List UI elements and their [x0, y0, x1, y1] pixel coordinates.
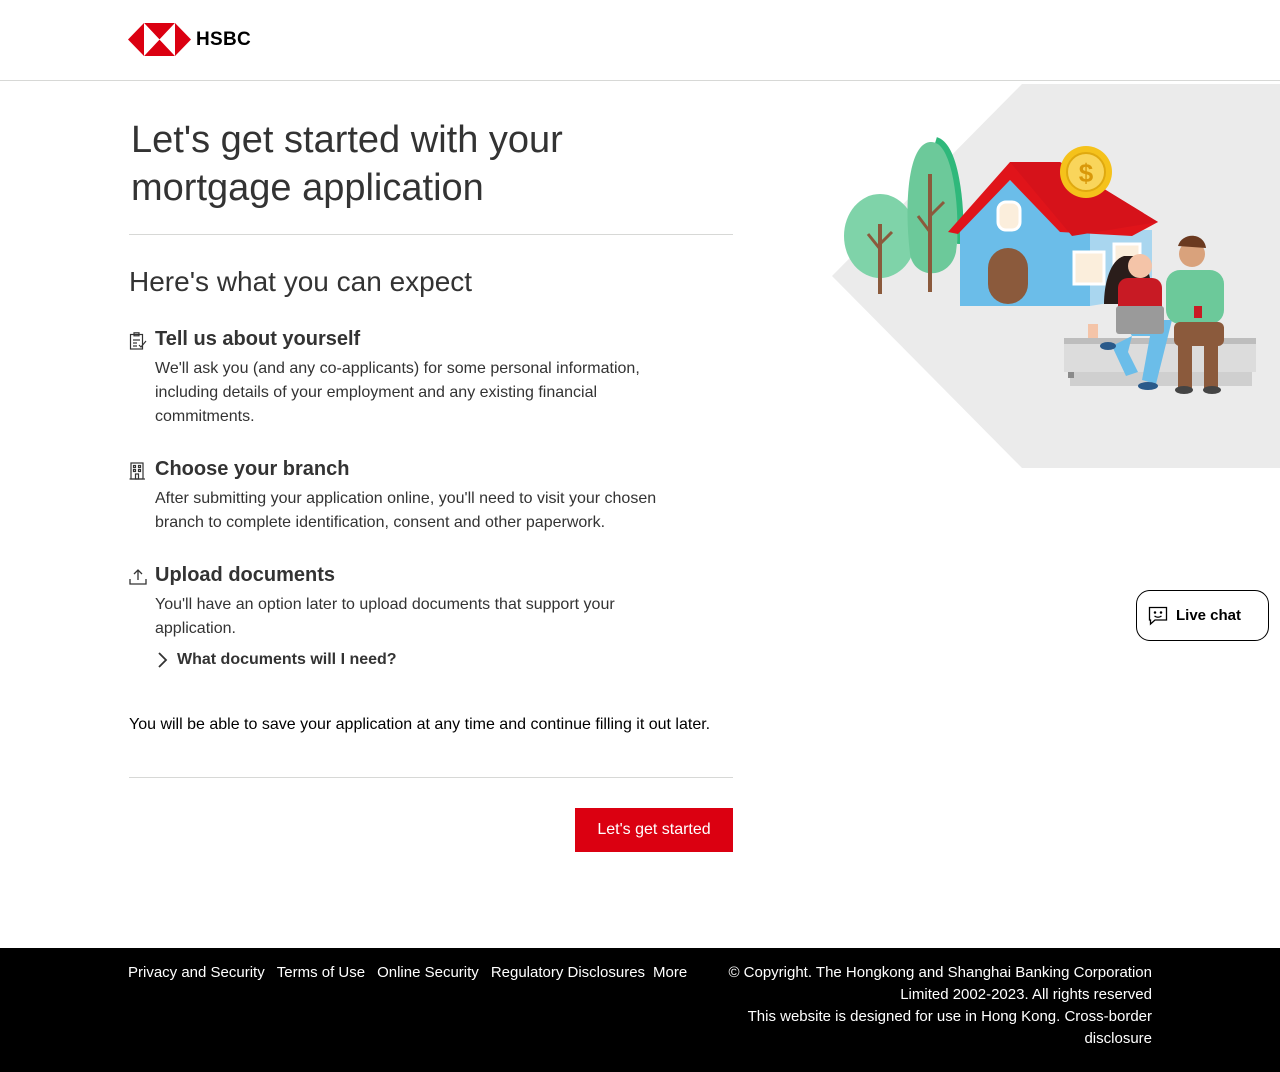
expander-label: What documents will I need? — [177, 651, 397, 668]
divider — [129, 777, 733, 778]
cross-border-disclosure-link[interactable]: This website is designed for use in Hong… — [712, 1006, 1152, 1050]
logo-text: HSBC — [196, 28, 252, 50]
chevron-right-icon — [158, 652, 168, 668]
footer-links: Privacy and Security Terms of Use Online… — [128, 964, 699, 981]
live-chat-label: Live chat — [1176, 607, 1242, 624]
svg-text:$: $ — [1079, 158, 1094, 188]
footer-link-online-security[interactable]: Online Security — [377, 964, 479, 981]
footer-link-regulatory[interactable]: Regulatory Disclosures — [491, 964, 645, 981]
step-upload-documents: Upload documents You'll have an option l… — [129, 563, 749, 641]
site-footer: Privacy and Security Terms of Use Online… — [0, 948, 1280, 1072]
documents-needed-expander[interactable]: What documents will I need? — [155, 651, 749, 669]
footer-link-more[interactable]: More — [653, 964, 687, 981]
chat-bubble-icon — [1148, 606, 1168, 625]
step-title: Tell us about yourself — [155, 328, 361, 350]
site-header: HSBC — [0, 0, 1280, 81]
step-choose-your-branch: Choose your branch After submitting your… — [129, 457, 749, 535]
step-tell-us-about-yourself: Tell us about yourself We'll ask you (an… — [129, 327, 749, 429]
upload-icon — [129, 569, 147, 585]
hsbc-hexagon-icon — [128, 23, 191, 56]
step-description: You'll have an option later to upload do… — [155, 596, 615, 637]
hsbc-logo[interactable]: HSBC — [128, 23, 251, 56]
page-title: Let's get started with your mortgage app… — [131, 119, 563, 209]
footer-link-privacy[interactable]: Privacy and Security — [128, 964, 265, 981]
save-note: You will be able to save your applicatio… — [129, 716, 711, 733]
step-title: Upload documents — [155, 564, 336, 586]
clipboard-check-icon — [129, 332, 147, 350]
footer-legal: © Copyright. The Hongkong and Shanghai B… — [712, 962, 1152, 1050]
mortgage-illustration: $ — [832, 84, 1280, 468]
main-content: Let's get started with your mortgage app… — [129, 116, 749, 778]
copyright-text: © Copyright. The Hongkong and Shanghai B… — [728, 964, 1152, 1003]
footer-link-terms[interactable]: Terms of Use — [277, 964, 365, 981]
step-title: Choose your branch — [155, 458, 350, 480]
live-chat-button[interactable]: Live chat — [1136, 590, 1269, 641]
building-icon — [129, 462, 145, 480]
step-description: We'll ask you (and any co-applicants) fo… — [155, 360, 640, 425]
section-title: Here's what you can expect — [129, 266, 473, 297]
get-started-button[interactable]: Let's get started — [575, 808, 733, 852]
divider — [129, 234, 733, 235]
step-description: After submitting your application online… — [155, 490, 657, 531]
